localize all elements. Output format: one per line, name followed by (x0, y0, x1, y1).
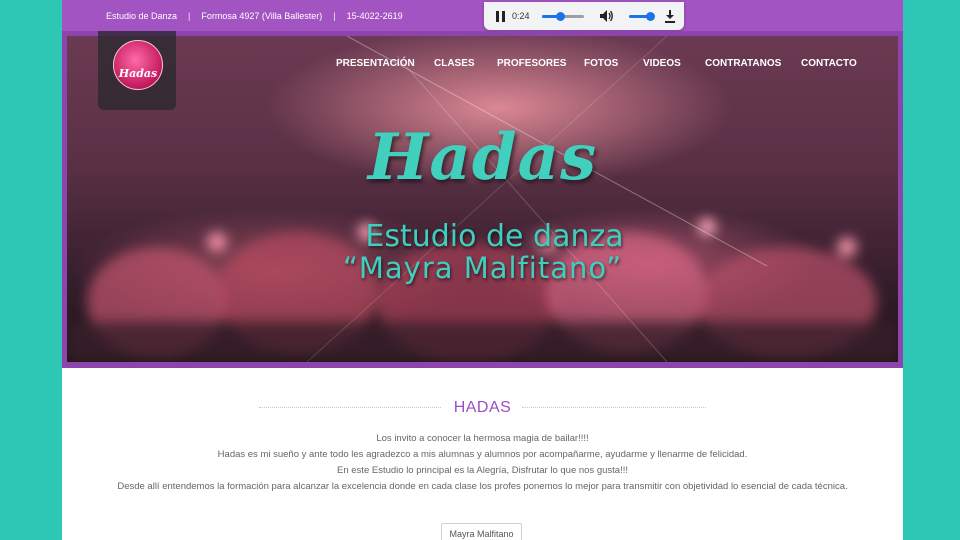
audio-player[interactable]: 0:24 (484, 2, 684, 30)
logo-text: Hadas (118, 67, 158, 80)
hero-image: Hadas Estudio de danza “Mayra Malfitano” (67, 36, 898, 362)
page-container: Estudio de Danza | Formosa 4927 (Villa B… (62, 0, 903, 540)
nav-item-videos[interactable]: VIDEOS (643, 58, 681, 69)
logo[interactable]: Hadas (98, 31, 176, 110)
top-info-bar: Estudio de Danza | Formosa 4927 (Villa B… (62, 0, 903, 31)
studio-label: Estudio de Danza (106, 10, 178, 21)
nav-item-contratanos[interactable]: CONTRATANOS (705, 58, 781, 69)
paragraph: Desde allí entendemos la formación para … (117, 481, 848, 492)
paragraph: En este Estudio lo principal es la Alegr… (337, 465, 628, 476)
address-label: Formosa 4927 (Villa Ballester) (201, 10, 323, 21)
paragraph: Hadas es mi sueño y ante todo les agrade… (217, 449, 748, 460)
audio-seek-slider[interactable] (541, 11, 584, 21)
section-heading: HADAS (62, 399, 903, 416)
hero-banner: Hadas Estudio de danza “Mayra Malfitano” (62, 31, 903, 368)
nav-item-contacto[interactable]: CONTACTO (801, 58, 857, 69)
hero-subtitle-line2: “Mayra Malfitano” (342, 251, 623, 285)
nav-item-clases[interactable]: CLASES (434, 58, 475, 69)
seek-handle[interactable] (555, 11, 565, 21)
download-icon[interactable] (664, 9, 676, 23)
hero-subtitle-line1: Estudio de danza (365, 219, 624, 254)
hero-title: Hadas (367, 120, 598, 195)
logo-badge: Hadas (113, 40, 163, 90)
volume-icon[interactable] (599, 10, 614, 22)
section-title: HADAS (453, 399, 512, 416)
intro-text: Los invito a conocer la hermosa magia de… (112, 431, 853, 495)
pause-icon[interactable] (496, 10, 506, 22)
separator: | (333, 10, 336, 21)
volume-slider[interactable] (628, 11, 655, 21)
mayra-malfitano-button[interactable]: Mayra Malfitano (441, 523, 522, 540)
nav-item-presentacion[interactable]: PRESENTACIÓN (336, 58, 415, 69)
phone-label: 15-4022-2619 (346, 10, 403, 21)
nav-item-profesores[interactable]: PROFESORES (497, 58, 566, 69)
audio-time: 0:24 (512, 11, 530, 21)
separator: | (188, 10, 191, 21)
paragraph: Los invito a conocer la hermosa magia de… (376, 433, 589, 444)
light-streaks (306, 36, 768, 362)
volume-handle[interactable] (645, 11, 655, 21)
nav-item-fotos[interactable]: FOTOS (584, 58, 618, 69)
